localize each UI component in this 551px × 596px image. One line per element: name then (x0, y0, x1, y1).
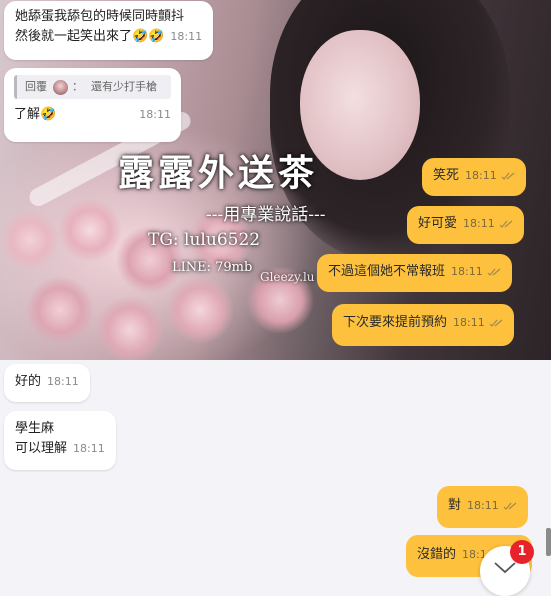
message-bubble-incoming[interactable]: 好的 18:11 (4, 364, 90, 402)
message-time: 18:11 (465, 169, 497, 182)
message-text: 不過這個她不常報班 (328, 264, 446, 279)
message-line: 可以理解 18:11 (15, 439, 105, 459)
scrollbar-thumb[interactable] (546, 528, 551, 556)
read-check-icon (501, 172, 515, 180)
message-text: 了解🤣 (14, 107, 57, 122)
message-bubble-outgoing[interactable]: 笑死 18:11 (422, 158, 526, 196)
message-bubble-incoming[interactable]: 回覆 ： 還有少打手槍 了解🤣 18:11 (4, 68, 181, 142)
message-text: 下次要來提前預約 (343, 315, 448, 330)
message-text: 笑死 (433, 168, 460, 183)
message-time: 18:11 (463, 217, 495, 230)
message-time: 18:11 (451, 265, 483, 278)
message-text: 可以理解 (15, 441, 68, 456)
message-bubble-outgoing[interactable]: 對 18:11 (437, 486, 528, 528)
reply-label: 回覆 (25, 80, 47, 93)
message-text: 對 (448, 498, 462, 513)
message-bubble-incoming[interactable]: 學生麻 可以理解 18:11 (4, 411, 116, 470)
message-bubble-incoming[interactable]: 她舔蛋我舔包的時候同時顫抖 然後就一起笑出來了🤣🤣 18:11 (4, 1, 214, 60)
message-time: 18:11 (467, 499, 499, 512)
read-check-icon (487, 268, 501, 276)
unread-count-badge: 1 (510, 540, 534, 564)
read-check-icon (489, 319, 503, 327)
message-text: 然後就一起笑出來了🤣🤣 (15, 29, 165, 44)
avatar (53, 79, 68, 95)
message-time: 18:11 (73, 442, 105, 455)
message-time: 18:11 (170, 30, 203, 43)
message-time: 18:11 (47, 375, 79, 388)
reply-separator: ： (72, 80, 83, 93)
message-bubble-outgoing[interactable]: 不過這個她不常報班 18:11 (317, 254, 512, 292)
message-text: 學生麻 (15, 421, 55, 436)
watermark-tg: TG: lulu6522 (148, 230, 261, 250)
message-text: 好的 (15, 374, 42, 389)
watermark-title: 露露外送茶 (118, 152, 319, 194)
reply-quote: 還有少打手槍 (91, 80, 157, 93)
read-check-icon (503, 502, 517, 510)
message-line: 了解🤣 18:11 (14, 105, 171, 125)
message-text: 沒錯的 (417, 547, 457, 562)
watermark-mark: Gleezy.lu (260, 270, 315, 284)
message-time: 18:11 (453, 316, 485, 329)
watermark-subtitle: ---用專業說話--- (206, 205, 326, 225)
message-line: 然後就一起笑出來了🤣🤣 18:11 (15, 27, 202, 47)
message-bubble-outgoing[interactable]: 好可愛 18:11 (407, 206, 524, 244)
read-check-icon (499, 220, 513, 228)
message-text: 她舔蛋我舔包的時候同時顫抖 (15, 9, 185, 24)
watermark-line: LINE: 79mb (172, 260, 253, 275)
reply-preview[interactable]: 回覆 ： 還有少打手槍 (14, 75, 171, 99)
message-bubble-outgoing[interactable]: 下次要來提前預約 18:11 (332, 304, 514, 346)
message-text: 好可愛 (418, 216, 458, 231)
message-time: 18:11 (139, 108, 171, 121)
